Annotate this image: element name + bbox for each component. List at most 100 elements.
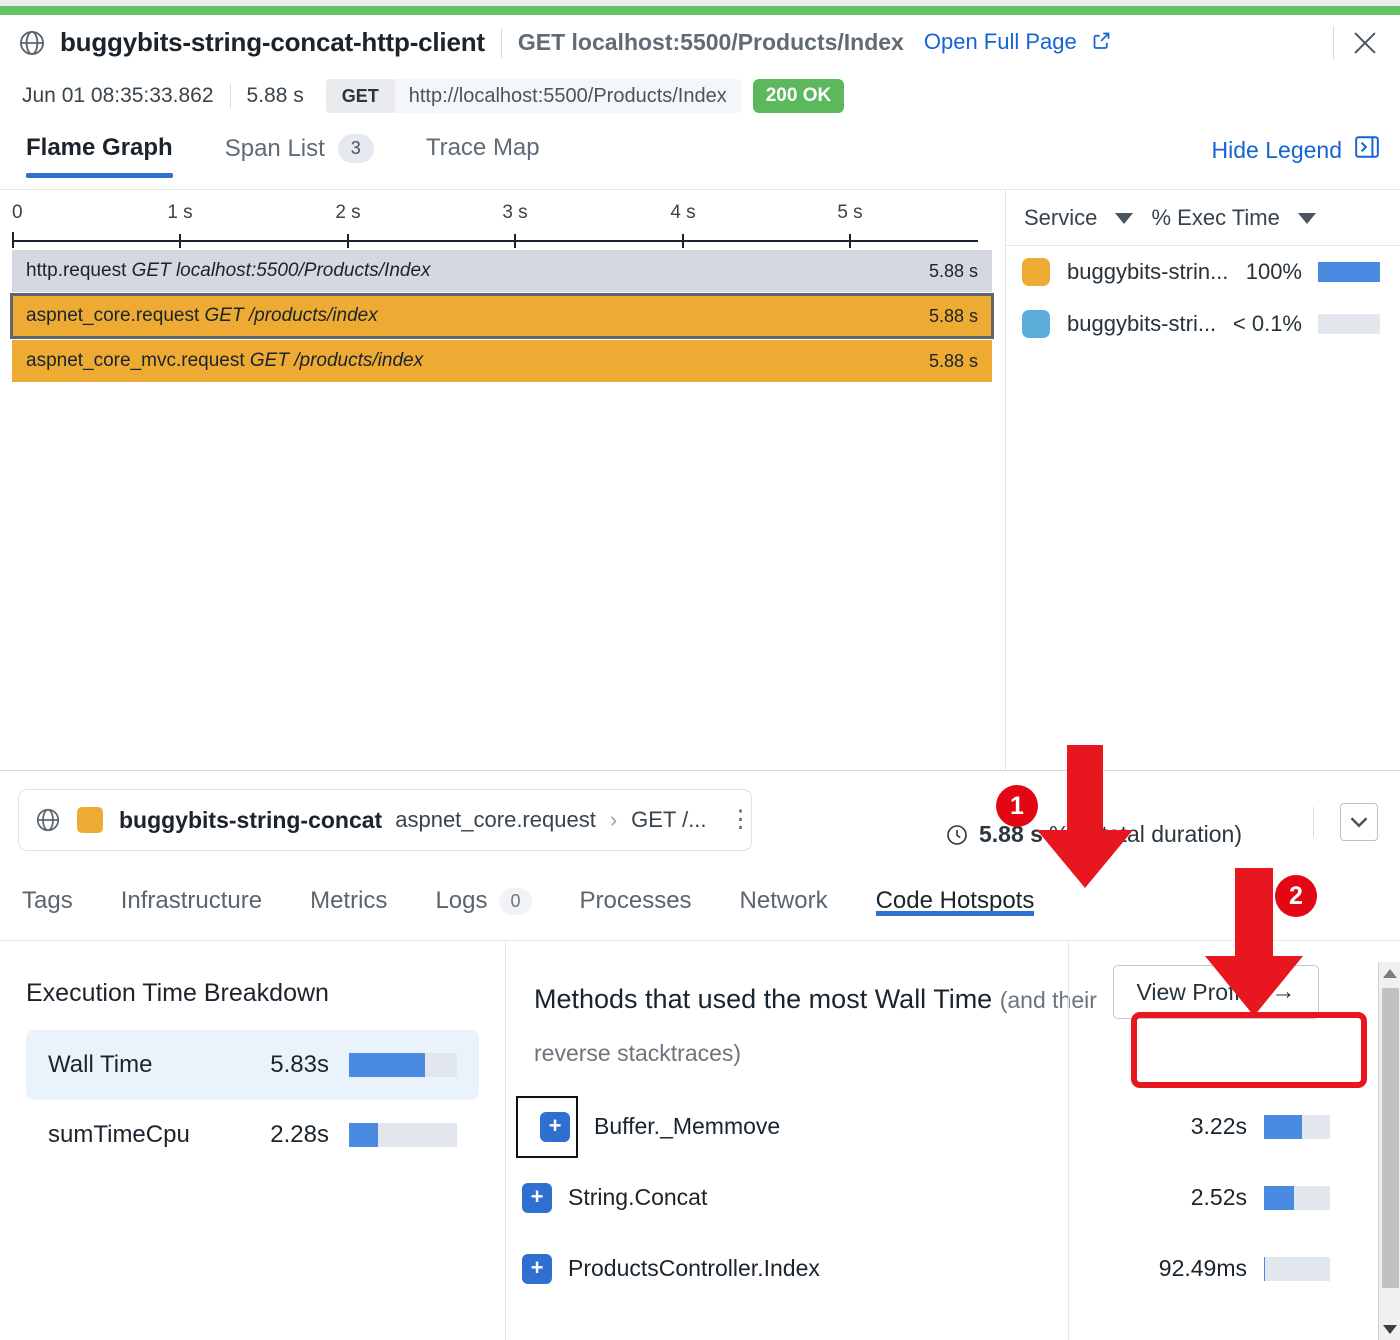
tab-active-underline xyxy=(26,173,173,178)
hide-legend-button[interactable]: Hide Legend xyxy=(1212,134,1380,166)
tab-tags[interactable]: Tags xyxy=(22,869,73,915)
tab-logs-label: Logs xyxy=(435,887,488,914)
legend-exec-bar xyxy=(1318,314,1380,334)
breakdown-value: 5.83s xyxy=(270,1051,329,1078)
chevron-down-icon xyxy=(1115,213,1134,225)
scroll-down-arrow-icon[interactable] xyxy=(1379,1318,1400,1340)
hotspot-method-bar xyxy=(1264,1185,1330,1210)
flame-span-aspnet-core-request[interactable]: aspnet_core.request GET /products/index … xyxy=(10,293,994,339)
view-profile-button[interactable]: View Profile → xyxy=(1113,965,1319,1019)
hotspot-methods: Methods that used the most Wall Time (an… xyxy=(506,941,1400,1340)
hotspot-row-string-concat[interactable]: + String.Concat 2.52s xyxy=(506,1162,1400,1233)
flame-span-resource: GET localhost:5500/Products/Index xyxy=(131,260,431,281)
tab-trace-map[interactable]: Trace Map xyxy=(426,128,540,162)
legend-col-exec-time[interactable]: % Exec Time xyxy=(1133,205,1316,231)
flame-graph-pane: 0 1 s 2 s 3 s 4 s 5 s http.request GET l… xyxy=(0,190,1005,770)
tab-flame-graph[interactable]: Flame Graph xyxy=(26,128,173,178)
header-subtitle: GET localhost:5500/Products/Index xyxy=(517,29,904,55)
breadcrumb-operation: aspnet_core.request xyxy=(395,807,596,832)
flame-span-resource: GET /products/index xyxy=(249,350,424,371)
ruler-tick-mark-2 xyxy=(347,234,349,248)
header-divider-3 xyxy=(1313,807,1314,837)
legend-header: Service % Exec Time xyxy=(1006,190,1400,246)
tab-processes[interactable]: Processes xyxy=(580,869,692,915)
tab-infrastructure-label: Infrastructure xyxy=(120,887,263,914)
annotation-badge-1-number: 1 xyxy=(1010,791,1024,820)
tab-metrics-label: Metrics xyxy=(310,887,388,914)
expand-plus-icon[interactable]: + xyxy=(522,1253,552,1284)
tab-metrics[interactable]: Metrics xyxy=(310,869,387,915)
globe-icon xyxy=(35,807,61,833)
scrollbar-thumb[interactable] xyxy=(1382,988,1399,1288)
tab-flame-graph-label: Flame Graph xyxy=(26,134,173,161)
legend-row[interactable]: buggybits-strin... 100% xyxy=(1006,246,1400,298)
flame-span-name: http.request xyxy=(26,260,127,281)
flame-span-aspnet-core-mvc-request[interactable]: aspnet_core_mvc.request GET /products/in… xyxy=(12,340,992,382)
status-badge: 200 OK xyxy=(752,79,845,113)
chevron-right-icon: › xyxy=(609,807,618,832)
legend-col-service[interactable]: Service xyxy=(1006,205,1134,231)
trace-meta-row: Jun 01 08:35:33.862 5.88 s GET http://lo… xyxy=(0,72,1400,120)
hotspots-title-main: Methods that used the most Wall Time xyxy=(534,984,993,1014)
open-full-page-link[interactable]: Open Full Page xyxy=(924,29,1112,57)
ruler-axis-line xyxy=(12,240,978,242)
tab-span-list[interactable]: Span List 3 xyxy=(225,128,374,163)
open-full-page-label: Open Full Page xyxy=(923,28,1077,54)
scroll-up-arrow-icon[interactable] xyxy=(1379,962,1400,984)
ruler-tick-4: 4 s xyxy=(670,202,696,223)
hotspot-method-name: Buffer._Memmove xyxy=(594,1113,781,1139)
trace-timestamp: Jun 01 08:35:33.862 xyxy=(22,84,214,107)
ruler-tick-3: 3 s xyxy=(502,202,528,223)
span-list-count: 3 xyxy=(337,134,374,163)
hotspot-row-buffer-memmove[interactable]: + Buffer._Memmove 3.22s xyxy=(506,1091,1400,1162)
code-hotspots-body: Execution Time Breakdown Wall Time 5.83s… xyxy=(0,941,1400,1340)
hotspot-method-bar xyxy=(1264,1256,1330,1281)
section-title: Execution Time Breakdown xyxy=(26,979,329,1007)
breadcrumb[interactable]: buggybits-string-concat aspnet_core.requ… xyxy=(18,789,753,851)
flame-span-resource: GET /products/index xyxy=(204,305,378,326)
hide-legend-label: Hide Legend xyxy=(1211,136,1342,163)
annotation-highlight-view-profile xyxy=(1131,1012,1367,1088)
breadcrumb-service: buggybits-string-concat xyxy=(119,806,383,833)
trace-detail-page: buggybits-string-concat-http-client GET … xyxy=(0,0,1400,1340)
hotspot-method-value: 3.22s xyxy=(1190,1113,1247,1139)
view-profile-label: View Profile xyxy=(1136,978,1258,1005)
ruler-tick-5: 5 s xyxy=(837,202,863,223)
flame-span-duration: 5.88 s xyxy=(928,260,978,281)
tab-logs[interactable]: Logs 0 xyxy=(435,869,532,915)
trace-duration: 5.88 s xyxy=(246,84,304,107)
span-duration-summary: 5.88 s % of total duration) xyxy=(945,821,1242,848)
flame-graph-bars: http.request GET localhost:5500/Products… xyxy=(10,250,994,385)
trace-header: buggybits-string-concat-http-client GET … xyxy=(0,15,1400,70)
legend-row[interactable]: buggybits-stri... < 0.1% xyxy=(1006,298,1400,350)
annotation-badge-1: 1 xyxy=(996,785,1038,827)
expand-plus-icon[interactable]: + xyxy=(522,1182,552,1213)
page-title: buggybits-string-concat-http-client xyxy=(60,27,485,57)
legend-color-swatch xyxy=(1022,310,1050,338)
flame-span-http-request[interactable]: http.request GET localhost:5500/Products… xyxy=(12,250,992,292)
ruler-tick-mark-3 xyxy=(514,234,516,248)
tab-infrastructure[interactable]: Infrastructure xyxy=(121,869,262,915)
close-icon[interactable] xyxy=(1348,26,1382,60)
span-detail-tabs: Tags Infrastructure Metrics Logs 0 Proce… xyxy=(0,869,1400,941)
header-divider xyxy=(500,27,502,58)
breadcrumb-resource: GET /... xyxy=(631,807,707,832)
ruler-tick-1: 1 s xyxy=(167,202,193,223)
request-url-chip[interactable]: GET http://localhost:5500/Products/Index xyxy=(325,79,741,113)
meta-divider xyxy=(229,84,231,108)
breakdown-row-wall-time[interactable]: Wall Time 5.83s xyxy=(26,1030,479,1100)
collapse-panel-icon[interactable] xyxy=(1340,803,1378,841)
kebab-menu-icon[interactable]: ⋮ xyxy=(729,807,753,832)
legend-exec-bar xyxy=(1318,262,1380,282)
tab-code-hotspots[interactable]: Code Hotspots xyxy=(875,869,1035,916)
breakdown-row-sumtimecpu[interactable]: sumTimeCpu 2.28s xyxy=(26,1100,479,1170)
ruler-tick-mark-4 xyxy=(682,234,684,248)
expand-plus-icon[interactable]: + xyxy=(540,1111,570,1142)
tab-network[interactable]: Network xyxy=(740,869,828,915)
time-ruler: 0 1 s 2 s 3 s 4 s 5 s xyxy=(12,202,978,248)
vertical-scrollbar[interactable] xyxy=(1378,962,1400,1340)
hotspot-row-productscontroller-index[interactable]: + ProductsController.Index 92.49ms xyxy=(506,1233,1400,1304)
http-method-badge: GET xyxy=(325,79,395,113)
legend-service-name: buggybits-stri... xyxy=(1067,311,1217,336)
legend-service-name: buggybits-strin... xyxy=(1067,259,1229,284)
